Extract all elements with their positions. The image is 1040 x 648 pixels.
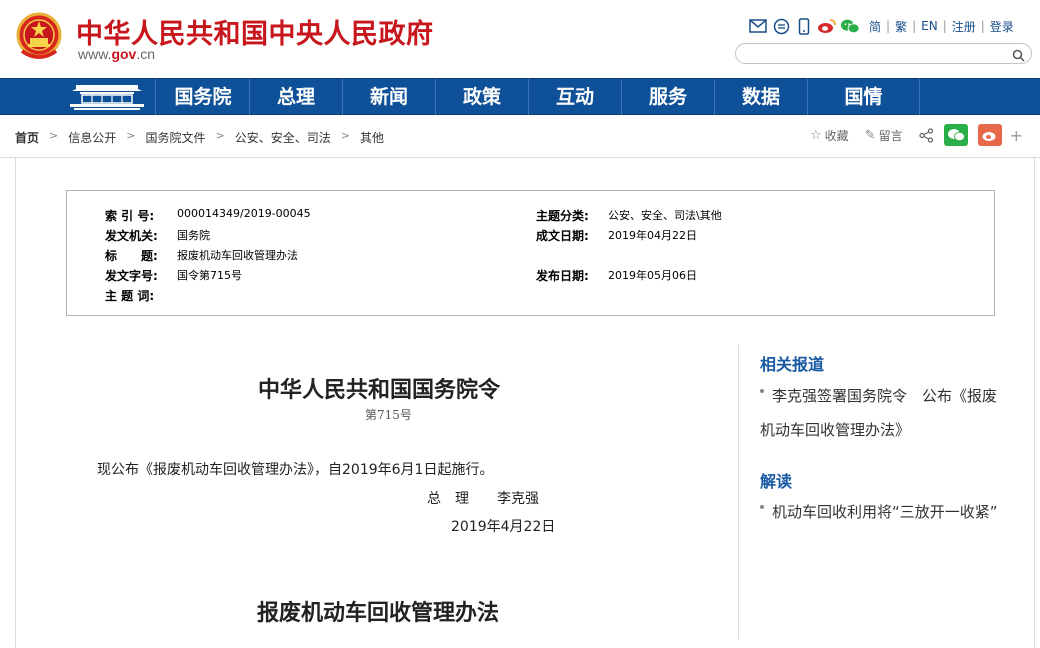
article-signature: 总 理 李克强 (427, 491, 539, 507)
weibo-share-icon[interactable] (977, 124, 1002, 146)
search-box (735, 43, 1032, 64)
link-register[interactable]: 注册 (952, 18, 976, 35)
header-tools: 简 | 繁 | EN | 注册 | 登录 (748, 16, 1014, 36)
meta-row-created: 成文日期: 2019年04月22日 (536, 227, 697, 244)
national-emblem-icon[interactable] (16, 11, 62, 63)
message-icon[interactable] (771, 17, 791, 35)
site-url-domain: gov (111, 46, 137, 62)
star-icon: ☆ (810, 127, 822, 143)
comment-button[interactable]: ✎ 留言 (865, 127, 903, 144)
interpretation-link[interactable]: 机动车回收利用将“三放开一收紧” (760, 495, 1000, 529)
meta-row-docno: 发文字号: 国令第715号 (105, 267, 242, 284)
bullet-dot (760, 504, 764, 509)
meta-row-published: 发布日期: 2019年05月06日 (536, 267, 697, 284)
meta-category-value: 公安、安全、司法\其他 (608, 209, 722, 222)
link-separator: | (886, 19, 891, 33)
page-actions: ☆ 收藏 ✎ 留言 + (810, 124, 1023, 146)
wechat-share-icon[interactable] (943, 124, 968, 146)
meta-row-issuer: 发文机关: 国务院 (105, 227, 210, 244)
meta-keywords-label: 主 题 词: (105, 289, 155, 303)
breadcrumb-separator: > (215, 129, 225, 142)
breadcrumb-home[interactable]: 首页 (15, 129, 39, 146)
sidebar-divider (738, 345, 739, 639)
link-english[interactable]: EN (921, 19, 938, 33)
meta-docno-label: 发文字号: (105, 269, 158, 283)
meta-row-title: 标 题: 报废机动车回收管理办法 (105, 247, 298, 264)
site-url: www.gov.cn (78, 46, 155, 62)
meta-created-value: 2019年04月22日 (608, 229, 697, 242)
link-separator: | (980, 19, 985, 33)
article-date: 2019年4月22日 (451, 519, 556, 535)
wechat-icon[interactable] (840, 17, 860, 35)
main-nav: 国务院 总理 新闻 政策 互动 服务 数据 国情 (0, 78, 1040, 115)
more-plus-icon[interactable]: + (1010, 126, 1023, 145)
meta-row-category: 主题分类: 公安、安全、司法\其他 (536, 207, 722, 224)
header-links: 简 | 繁 | EN | 注册 | 登录 (869, 18, 1014, 35)
link-separator: | (942, 19, 947, 33)
article-subheading: 报废机动车回收管理办法 (257, 600, 500, 626)
nav-state-council[interactable]: 国务院 (157, 79, 250, 115)
related-report-link[interactable]: 李克强签署国务院令 公布《报废机动车回收管理办法》 (760, 379, 1000, 447)
related-report-text: 李克强签署国务院令 公布《报废机动车回收管理办法》 (760, 387, 998, 439)
breadcrumb: 首页 > 信息公开 > 国务院文件 > 公安、安全、司法 > 其他 (15, 129, 384, 146)
article-heading: 中华人民共和国国务院令 (258, 377, 501, 403)
meta-published-value: 2019年05月06日 (608, 269, 697, 282)
meta-title-label: 标 题: (105, 249, 158, 263)
breadcrumb-info-disclosure[interactable]: 信息公开 (68, 129, 116, 146)
share-icon[interactable] (918, 127, 934, 143)
article-paragraph: 现公布《报废机动车回收管理办法》，自2019年6月1日起施行。 (97, 462, 494, 478)
pencil-icon: ✎ (864, 127, 876, 143)
mail-icon[interactable] (748, 17, 768, 35)
mobile-icon[interactable] (794, 17, 814, 35)
nav-premier[interactable]: 总理 (250, 79, 343, 115)
weibo-icon[interactable] (817, 17, 837, 35)
link-simplified[interactable]: 简 (869, 18, 881, 35)
meta-category-label: 主题分类: (536, 209, 589, 223)
meta-index-value: 000014349/2019-00045 (177, 207, 311, 220)
decree-number: 第715号 (365, 408, 412, 422)
nav-interaction[interactable]: 互动 (529, 79, 622, 115)
meta-row-index: 索 引 号: 000014349/2019-00045 (105, 207, 311, 224)
breadcrumb-state-council-docs[interactable]: 国务院文件 (145, 129, 205, 146)
meta-issuer-label: 发文机关: (105, 229, 158, 243)
link-login[interactable]: 登录 (990, 18, 1014, 35)
comment-label: 留言 (878, 128, 903, 143)
meta-issuer-value: 国务院 (177, 229, 210, 242)
favorite-button[interactable]: ☆ 收藏 (810, 127, 849, 144)
search-icon[interactable] (1012, 47, 1025, 66)
breadcrumb-separator: > (126, 129, 136, 142)
bullet-dot (760, 388, 764, 393)
site-url-suffix: .cn (136, 46, 156, 62)
breadcrumb-separator: > (340, 129, 350, 142)
nav-policy[interactable]: 政策 (436, 79, 529, 115)
meta-created-label: 成文日期: (536, 229, 589, 243)
home-gate-icon[interactable] (62, 79, 156, 115)
site-url-prefix: www. (78, 46, 112, 62)
favorite-label: 收藏 (824, 128, 849, 143)
breadcrumb-public-security[interactable]: 公安、安全、司法 (235, 129, 331, 146)
meta-docno-value: 国令第715号 (177, 269, 242, 282)
site-header: 中华人民共和国中央人民政府 www.gov.cn 简 | 繁 | EN | 注册 | 登… (0, 0, 1040, 78)
search-input[interactable] (746, 46, 1006, 61)
meta-published-label: 发布日期: (536, 269, 589, 283)
meta-title-value: 报废机动车回收管理办法 (177, 249, 298, 262)
breadcrumb-other[interactable]: 其他 (360, 129, 384, 146)
interpretation-title: 解读 (760, 472, 793, 491)
meta-index-label: 索 引 号: (105, 209, 155, 223)
meta-row-keywords: 主 题 词: (105, 287, 177, 304)
link-traditional[interactable]: 繁 (895, 18, 907, 35)
interpretation-text: 机动车回收利用将“三放开一收紧” (772, 503, 998, 521)
nav-data[interactable]: 数据 (715, 79, 808, 115)
nav-services[interactable]: 服务 (622, 79, 715, 115)
document-meta-table: 索 引 号: 000014349/2019-00045 发文机关: 国务院 标 … (66, 190, 995, 316)
nav-national-info[interactable]: 国情 (808, 79, 920, 115)
breadcrumb-separator: > (49, 129, 59, 142)
link-separator: | (912, 19, 917, 33)
nav-news[interactable]: 新闻 (343, 79, 436, 115)
related-reports-title: 相关报道 (760, 355, 825, 374)
